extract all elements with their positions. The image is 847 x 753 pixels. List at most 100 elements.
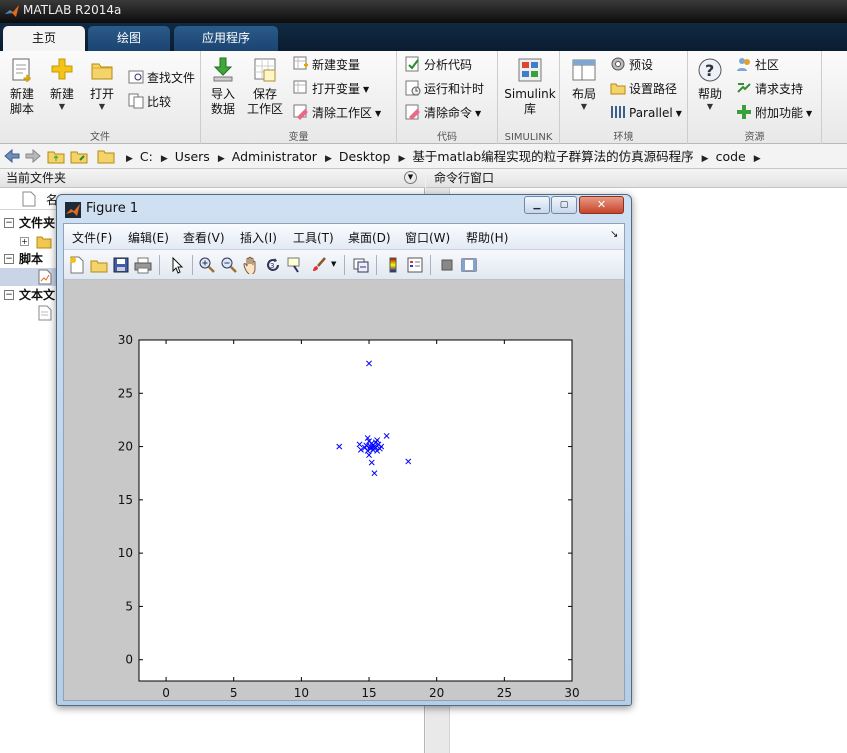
compare-button[interactable]: 比较 [128,92,171,112]
save-workspace-button[interactable]: 保存 工作区 [245,56,285,117]
breadcrumb-separator: ▶ [398,154,406,164]
colorbar-icon[interactable] [384,256,402,274]
collapse-toggle-icon[interactable]: − [4,254,14,264]
forward-arrow-icon[interactable] [24,148,42,164]
breadcrumb: ▶ C: ▶ Users ▶ Administrator ▶ Desktop ▶ 基于matlab… [118,148,768,166]
minimize-button[interactable]: ▁ [524,196,550,214]
new-label: 新建 [49,87,74,101]
group-resources-label: 资源 [744,132,765,143]
pointer-icon[interactable] [168,256,186,274]
back-arrow-icon[interactable] [3,148,21,164]
new-plus-icon [51,58,73,80]
simulink-library-button[interactable]: Simulink 库 [503,56,557,117]
panel-menu-chevron-icon[interactable]: ▼ [404,171,417,184]
breadcrumb-administrator[interactable]: Administrator [232,148,317,166]
text-file-icon[interactable] [38,305,52,321]
legend-icon[interactable] [406,256,424,274]
new-script-button[interactable]: ✚ 新建 脚本 [2,56,42,117]
breadcrumb-separator: ▶ [324,154,332,164]
selected-script-row[interactable] [0,268,56,286]
close-button[interactable]: ✕ [579,196,624,214]
menu-view[interactable]: 查看(V) [183,229,225,246]
run-and-time-button[interactable]: 运行和计时 [405,79,484,99]
breadcrumb-separator: ▶ [217,154,225,164]
scatter-plot[interactable]: 0 5 10 15 20 25 30 0 5 10 15 20 25 30 [64,281,624,700]
open-button[interactable]: 打开 ▼ [82,56,122,112]
clear-commands-icon [405,104,420,120]
tree-section-scripts[interactable]: − 脚本 [0,250,60,268]
root-folder-icon[interactable] [97,148,115,164]
parallel-button[interactable]: Parallel ▼ [610,103,682,123]
clear-commands-button[interactable]: 清除命令 ▼ [405,103,481,123]
svg-text:3: 3 [270,262,274,270]
breadcrumb-code[interactable]: code [716,148,746,166]
addons-button[interactable]: 附加功能 ▼ [736,103,812,123]
tab-home[interactable]: 主页 [3,26,85,51]
tab-apps[interactable]: 应用程序 [174,26,278,51]
command-window-title: 命令行窗口 [434,171,495,185]
show-plot-tools-icon[interactable] [460,256,478,274]
collapse-toggle-icon[interactable]: − [4,218,14,228]
group-resources: ? 帮助 ▼ 社区 请求支持 附加功能 ▼ 资源 [688,51,822,144]
menu-help[interactable]: 帮助(H) [466,229,508,246]
figure-canvas[interactable]: 0 5 10 15 20 25 30 0 5 10 15 20 25 30 [64,281,624,700]
rotate-3d-icon[interactable]: 3 [264,256,282,274]
pan-hand-icon[interactable] [242,256,260,274]
save-icon[interactable] [112,256,130,274]
import-data-button[interactable]: 导入 数据 [203,56,243,117]
svg-text:?: ? [705,61,714,80]
breadcrumb-users[interactable]: Users [175,148,210,166]
request-support-button[interactable]: 请求支持 [736,79,803,99]
brush-dropdown-arrow[interactable]: ▼ [331,260,336,268]
zoom-in-icon[interactable] [198,256,216,274]
collapse-toggle-icon[interactable]: − [4,290,14,300]
community-button[interactable]: 社区 [736,55,779,75]
new-button[interactable]: 新建 ▼ [42,56,82,112]
hide-plot-tools-icon[interactable] [438,256,456,274]
breadcrumb-desktop[interactable]: Desktop [339,148,391,166]
command-window-header: 命令行窗口 [426,169,847,188]
new-dropdown-arrow: ▼ [58,102,66,111]
menu-tools[interactable]: 工具(T) [293,229,334,246]
tree-section-text-files[interactable]: − 文本文 [0,286,60,304]
open-file-icon[interactable] [90,256,108,274]
breadcrumb-drive[interactable]: C: [140,148,153,166]
menu-edit[interactable]: 编辑(E) [128,229,169,246]
link-plot-icon[interactable] [352,256,370,274]
data-cursor-icon[interactable] [286,256,304,274]
help-button[interactable]: ? 帮助 ▼ [690,56,730,112]
help-dropdown-arrow: ▼ [706,102,714,111]
y-tick-label: 0 [125,653,133,667]
print-icon[interactable] [134,256,152,274]
browse-folder-icon[interactable] [70,148,88,164]
tree-section-folders[interactable]: − 文件夹 [0,214,60,232]
set-path-button[interactable]: 设置路径 [610,79,677,99]
axes-background [138,339,573,682]
up-folder-icon[interactable] [47,148,65,164]
maximize-button[interactable]: ▢ [551,196,577,214]
layout-button[interactable]: 布局 ▼ [564,56,604,112]
new-variable-button[interactable]: 新建变量 [293,55,360,75]
new-figure-icon[interactable] [68,256,86,274]
matlab-title-bar: MATLAB R2014a [0,0,847,23]
breadcrumb-separator: ▶ [753,154,761,164]
menu-insert[interactable]: 插入(I) [240,229,277,246]
zoom-out-icon[interactable] [220,256,238,274]
menu-file[interactable]: 文件(F) [72,229,112,246]
breadcrumb-project-folder[interactable]: 基于matlab编程实现的粒子群算法的仿真源码程序 [412,148,693,166]
app-title: MATLAB R2014a [23,3,122,17]
menu-window[interactable]: 窗口(W) [405,229,450,246]
preferences-button[interactable]: 预设 [610,55,653,75]
expand-toggle-icon[interactable]: + [20,237,29,246]
analyze-code-button[interactable]: 分析代码 [405,55,472,75]
find-files-button[interactable]: 查找文件 [128,68,195,88]
figure-window[interactable]: Figure 1 ▁ ▢ ✕ 文件(F) 编辑(E) 查看(V) 插入(I) 工… [56,194,632,706]
clear-workspace-button[interactable]: 清除工作区 ▼ [293,103,381,123]
open-variable-button[interactable]: 打开变量 ▼ [293,79,369,99]
brush-icon[interactable] [310,256,328,274]
tab-plots[interactable]: 绘图 [88,26,170,51]
dock-arrow-icon[interactable]: ↘ [610,229,618,240]
group-variable-label: 变量 [288,132,309,143]
menu-desktop[interactable]: 桌面(D) [348,229,391,246]
matlab-script-file-icon [38,269,52,285]
